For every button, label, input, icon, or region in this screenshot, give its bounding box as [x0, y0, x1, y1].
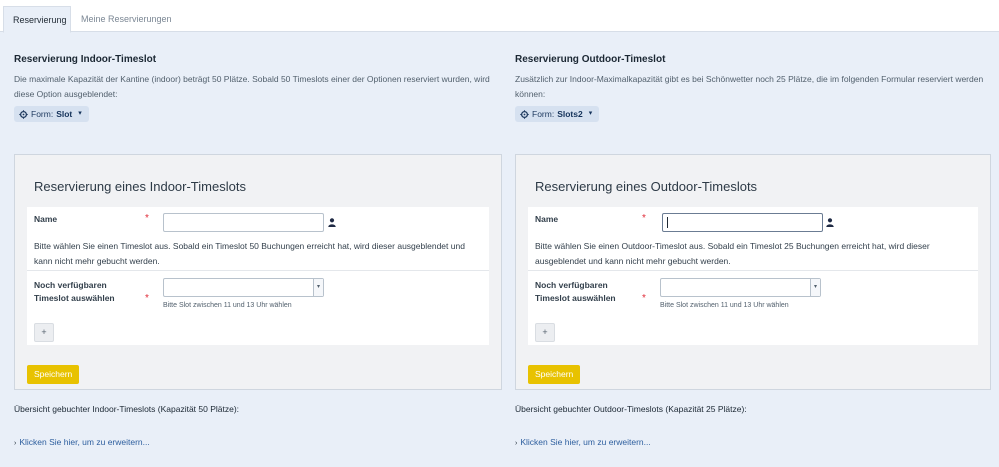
outdoor-form-value: Slots2	[557, 109, 583, 119]
chevron-right-icon: ›	[14, 440, 17, 447]
indoor-slot-label-line1: Noch verfügbaren	[34, 280, 107, 290]
outdoor-hint-text: Bitte wählen Sie einen Outdoor-Timeslot …	[535, 241, 930, 266]
indoor-section-title: Reservierung Indoor-Timeslot	[14, 54, 157, 65]
indoor-save-button[interactable]: Speichern	[27, 365, 80, 384]
outdoor-slot-label-line2: Timeslot auswählen	[535, 293, 616, 303]
indoor-form-value: Slot	[56, 109, 73, 119]
indoor-slot-label-line2: Timeslot auswählen	[34, 293, 115, 303]
required-marker: *	[642, 293, 646, 304]
outdoor-section-description: Zusätzlich zur Indoor-Maximalkapazität g…	[515, 74, 984, 99]
indoor-hint-text: Bitte wählen Sie einen Timeslot aus. Sob…	[34, 241, 465, 266]
outdoor-form-body: Name * Bitte wählen Sie einen Outdoor-Ti…	[528, 207, 978, 345]
gear-icon	[520, 109, 529, 119]
outdoor-add-button[interactable]: +	[535, 323, 555, 342]
gear-icon	[19, 109, 28, 119]
indoor-slot-hint: Bitte Slot zwischen 11 und 13 Uhr wählen	[163, 302, 292, 309]
chevron-down-icon: ▾	[588, 110, 593, 117]
outdoor-reservation-panel: Reservierung eines Outdoor-Timeslots Nam…	[515, 154, 991, 390]
required-marker: *	[145, 293, 149, 304]
tab-meine-reservierungen[interactable]: Meine Reservierungen	[72, 6, 181, 33]
required-marker: *	[642, 213, 646, 224]
indoor-panel-title: Reservierung eines Indoor-Timeslots	[34, 179, 246, 194]
user-icon	[826, 218, 834, 227]
outdoor-expand-link[interactable]: › Klicken Sie hier, um zu erweitern...	[515, 437, 651, 447]
chevron-down-icon: ▾	[810, 279, 820, 296]
outdoor-name-input[interactable]	[662, 213, 823, 232]
outdoor-panel-title: Reservierung eines Outdoor-Timeslots	[535, 179, 758, 194]
outdoor-overview-title: Übersicht gebuchter Outdoor-Timeslots (K…	[515, 404, 747, 414]
indoor-name-row: Name * Bitte wählen Sie einen Timeslot a…	[27, 207, 489, 271]
outdoor-slot-hint: Bitte Slot zwischen 11 und 13 Uhr wählen	[660, 302, 789, 309]
indoor-reservation-panel: Reservierung eines Indoor-Timeslots Name…	[14, 154, 502, 390]
outdoor-slot-label-line1: Noch verfügbaren	[535, 280, 608, 290]
outdoor-slot-select[interactable]: ▾	[660, 278, 821, 297]
indoor-section-description: Die maximale Kapazität der Kantine (indo…	[14, 74, 490, 99]
outdoor-section-title: Reservierung Outdoor-Timeslot	[515, 54, 666, 65]
indoor-name-input[interactable]	[163, 213, 324, 232]
required-marker: *	[145, 213, 149, 224]
outdoor-name-label: Name	[535, 214, 559, 224]
outdoor-form-selector[interactable]: Form: Slots2 ▾	[515, 106, 600, 122]
indoor-overview-title: Übersicht gebuchter Indoor-Timeslots (Ka…	[14, 404, 240, 414]
chevron-down-icon: ▾	[313, 279, 323, 296]
tab-reservierung[interactable]: Reservierung	[3, 6, 71, 33]
chevron-down-icon: ▾	[78, 110, 82, 117]
chevron-right-icon: ›	[515, 440, 518, 447]
text-cursor	[667, 217, 668, 228]
indoor-expand-label: Klicken Sie hier, um zu erweitern...	[19, 437, 150, 447]
indoor-form-selector[interactable]: Form: Slot ▾	[14, 106, 89, 122]
outdoor-form-prefix: Form:	[532, 109, 555, 119]
indoor-slot-select[interactable]: ▾	[163, 278, 324, 297]
outdoor-name-row: Name * Bitte wählen Sie einen Outdoor-Ti…	[528, 207, 978, 271]
indoor-expand-link[interactable]: › Klicken Sie hier, um zu erweitern...	[14, 437, 150, 447]
tab-bar: Reservierung Meine Reservierungen	[0, 0, 999, 33]
indoor-form-prefix: Form:	[31, 109, 54, 119]
indoor-name-label: Name	[34, 214, 58, 224]
outdoor-save-button[interactable]: Speichern	[528, 365, 581, 384]
user-icon	[328, 218, 336, 227]
indoor-add-button[interactable]: +	[34, 323, 54, 342]
outdoor-expand-label: Klicken Sie hier, um zu erweitern...	[520, 437, 651, 447]
indoor-form-body: Name * Bitte wählen Sie einen Timeslot a…	[27, 207, 489, 345]
